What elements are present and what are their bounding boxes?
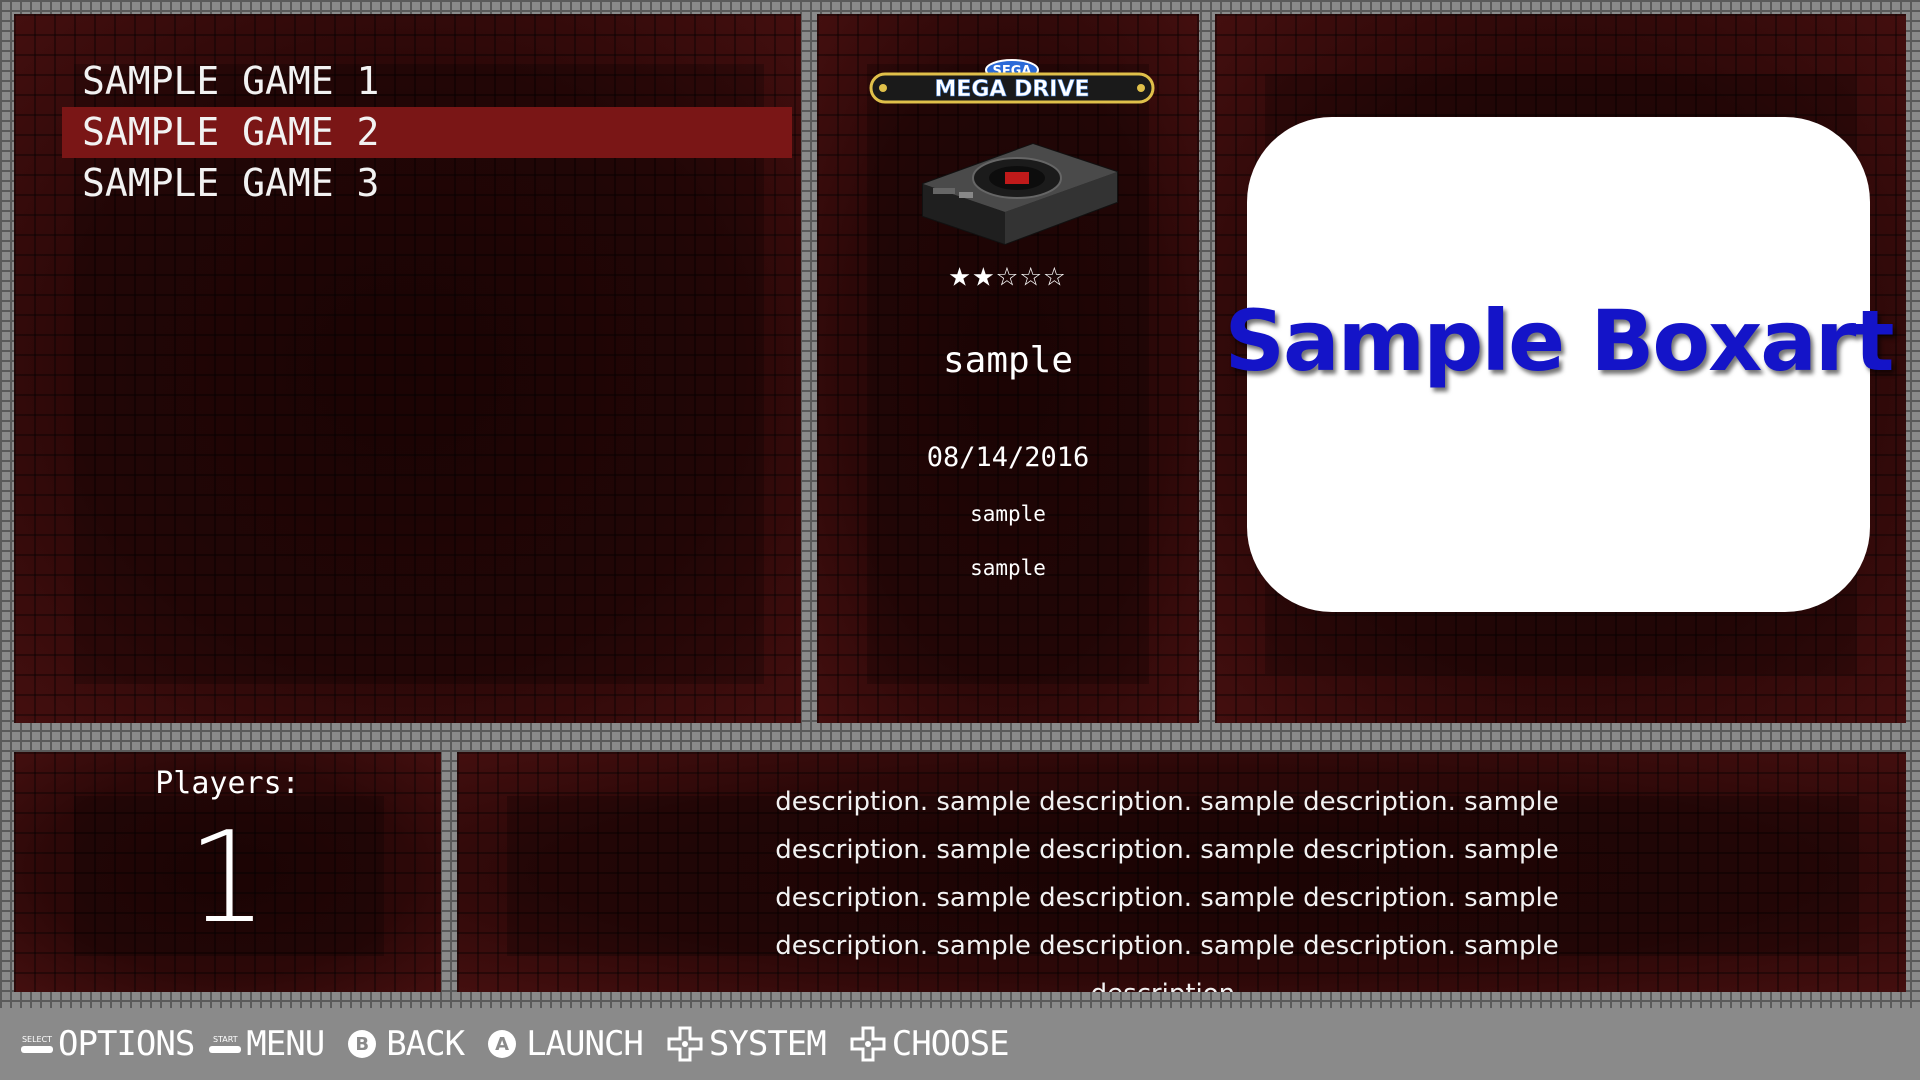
help-item-menu[interactable]: START MENU bbox=[208, 1024, 325, 1064]
boxart-image: Sample Boxart bbox=[1224, 117, 1895, 612]
help-item-launch[interactable]: A LAUNCH bbox=[478, 1024, 644, 1064]
dpad-icon bbox=[850, 1026, 886, 1062]
start-key-cap: START bbox=[212, 1035, 238, 1044]
game-list-item-selected[interactable]: SAMPLE GAME 2 bbox=[62, 107, 792, 158]
rating-stars: ★★☆☆☆ bbox=[817, 254, 1199, 295]
help-label-back: BACK bbox=[386, 1024, 465, 1064]
a-button-icon: A bbox=[488, 1030, 517, 1058]
system-logo-bottom: MEGA DRIVE bbox=[934, 77, 1089, 102]
help-label-options: OPTIONS bbox=[58, 1024, 195, 1064]
game-list-panel: SAMPLE GAME 1 SAMPLE GAME 2 SAMPLE GAME … bbox=[14, 14, 801, 723]
game-list[interactable]: SAMPLE GAME 1 SAMPLE GAME 2 SAMPLE GAME … bbox=[62, 56, 792, 209]
help-label-menu: MENU bbox=[246, 1024, 325, 1064]
select-key-icon: SELECT bbox=[20, 1026, 54, 1062]
publisher-text: sample bbox=[970, 502, 1046, 526]
description-panel: description. sample description. sample … bbox=[457, 752, 1906, 992]
help-item-options[interactable]: SELECT OPTIONS bbox=[20, 1024, 195, 1064]
star-empty-icon: ☆ bbox=[1043, 254, 1068, 295]
help-item-back[interactable]: B BACK bbox=[338, 1024, 465, 1064]
system-logo: SEGA MEGA DRIVE bbox=[869, 59, 1155, 104]
game-info-panel: SEGA MEGA DRIVE ★★☆☆☆ sample 08/14/2016 … bbox=[817, 14, 1199, 723]
boxart-label: Sample Boxart bbox=[1224, 291, 1894, 390]
developer-text: sample bbox=[942, 340, 1074, 381]
release-date-text: 08/14/2016 bbox=[926, 442, 1090, 473]
star-filled-icon: ★ bbox=[972, 254, 997, 295]
select-key-cap: SELECT bbox=[21, 1035, 53, 1044]
game-list-item[interactable]: SAMPLE GAME 1 bbox=[62, 56, 792, 107]
help-item-system[interactable]: SYSTEM bbox=[657, 1024, 827, 1064]
help-bar: SELECT OPTIONS START MENU B BACK A LAUNC… bbox=[0, 1008, 1920, 1080]
star-filled-icon: ★ bbox=[948, 254, 973, 295]
b-button-icon: B bbox=[348, 1030, 377, 1058]
dpad-icon bbox=[667, 1026, 703, 1062]
game-list-item[interactable]: SAMPLE GAME 3 bbox=[62, 158, 792, 209]
console-image bbox=[922, 142, 1118, 246]
players-label: Players: bbox=[155, 766, 300, 801]
help-label-choose: CHOOSE bbox=[891, 1024, 1010, 1064]
description-text: description. sample description. sample … bbox=[775, 787, 1559, 992]
help-label-system: SYSTEM bbox=[708, 1024, 827, 1064]
star-empty-icon: ☆ bbox=[1019, 254, 1044, 295]
help-label-launch: LAUNCH bbox=[526, 1024, 644, 1064]
help-item-choose[interactable]: CHOOSE bbox=[840, 1024, 1010, 1064]
players-panel: Players: 1 bbox=[14, 752, 441, 992]
star-empty-icon: ☆ bbox=[996, 254, 1020, 295]
genre-text: sample bbox=[970, 556, 1046, 580]
players-value: 1 bbox=[187, 804, 268, 951]
start-key-icon: START bbox=[208, 1026, 242, 1062]
